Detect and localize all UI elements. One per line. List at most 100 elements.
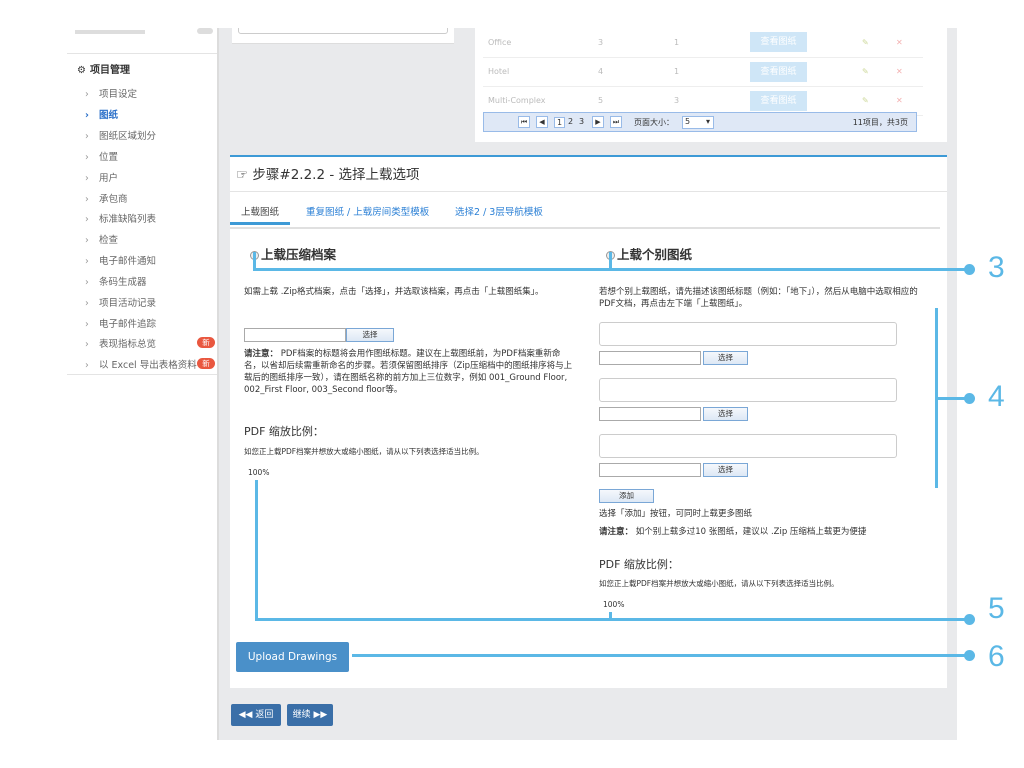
annotation-dot (964, 393, 975, 404)
forward-icon: ▶▶ (313, 710, 328, 720)
zip-note: 请注意： PDF档案的标题将会用作图纸标题。建议在上载图纸前，为PDF档案重新命… (244, 349, 573, 395)
back-button[interactable]: ◀◀ 返回 (231, 704, 281, 726)
drawing-title-input-2[interactable] (599, 378, 897, 402)
drawing-title-input-3[interactable] (599, 434, 897, 458)
prev-page-icon[interactable]: ◀ (536, 116, 548, 128)
cell-name: Office (483, 28, 593, 58)
cell-count: 1 (669, 57, 745, 87)
sidebar-item-kpi-overview[interactable]: › 表现指标总览 (85, 336, 156, 350)
pdf-file-field-1[interactable] (599, 351, 701, 365)
pdf-scale-desc-2: 如您正上载PDF档案并想放大或缩小图纸，请从以下列表选择适当比例。 (599, 579, 839, 588)
last-page-icon[interactable]: ⏭ (610, 116, 622, 128)
sidebar-item-email-notify[interactable]: › 电子邮件通知 (85, 253, 156, 267)
tab-duplicate-drawings[interactable]: 重复图纸 / 上载房间类型模板 (306, 204, 429, 218)
table-row: Hotel 4 1 查看图纸 ✎ ✕ (483, 57, 923, 87)
page-link-1[interactable]: 1 (554, 117, 566, 128)
cell-name: Multi-Complex (483, 86, 593, 116)
annotation-number-3: 3 (988, 251, 1005, 284)
cell-count: 5 (593, 86, 669, 116)
choose-pdf-button-3[interactable]: 选择 (703, 463, 748, 477)
add-hint: 选择「添加」按钮，可同时上载更多图纸 (599, 509, 753, 519)
radio-upload-individual[interactable]: 上载个别图纸 (606, 244, 692, 263)
delete-icon[interactable]: ✕ (891, 28, 923, 58)
tab-navigation-template[interactable]: 选择2 / 3层导航模板 (455, 204, 543, 218)
zip-file-field[interactable] (244, 328, 346, 342)
choose-pdf-button-1[interactable]: 选择 (703, 351, 748, 365)
cell-count: 4 (593, 57, 669, 87)
back-icon: ◀◀ (238, 710, 253, 720)
edit-icon[interactable]: ✎ (857, 57, 891, 87)
sidebar-item-email-tracking[interactable]: › 电子邮件追踪 (85, 316, 156, 330)
annotation-number-6: 6 (988, 640, 1005, 673)
view-drawings-button[interactable]: 查看图纸 (750, 90, 807, 111)
page-link-2[interactable]: 2 (568, 117, 573, 126)
sidebar-item-excel-export[interactable]: › 以 Excel 导出表格资料 (85, 357, 197, 371)
new-badge: 新 (197, 337, 215, 348)
sidebar-item-barcode[interactable]: › 条码生成器 (85, 274, 147, 288)
sidebar-section-title: ⚙ 项目管理 (77, 65, 130, 76)
annotation-dot (964, 264, 975, 275)
pager-info: 11项目，共3页 (852, 118, 908, 127)
delete-icon[interactable]: ✕ (891, 57, 923, 87)
hand-pointer-icon: ☞ (236, 167, 249, 183)
sidebar-item-defect-list[interactable]: › 标准缺陷列表 (85, 211, 156, 225)
new-badge: 新 (197, 358, 215, 369)
edit-icon[interactable]: ✎ (857, 28, 891, 58)
partial-input[interactable] (238, 28, 448, 34)
step-panel: ☞ 步骤#2.2.2 - 选择上载选项 上载图纸 重复图纸 / 上载房间类型模板… (230, 155, 947, 688)
choose-zip-button[interactable]: 选择 (346, 328, 394, 342)
tab-upload-drawings[interactable]: 上载图纸 (241, 204, 279, 218)
annotation-number-5: 5 (988, 592, 1005, 625)
annotation-dot (964, 650, 975, 661)
first-page-icon[interactable]: ⏮ (518, 116, 530, 128)
pdf-scale-title-2: PDF 缩放比例： (599, 558, 679, 571)
radio-upload-zip[interactable]: 上载压缩档案 (250, 244, 336, 263)
cell-count: 3 (669, 86, 745, 116)
partial-card (232, 28, 454, 44)
sidebar-item-inspections[interactable]: › 检查 (85, 232, 118, 246)
gears-icon: ⚙ (77, 65, 86, 76)
next-button[interactable]: 继续 ▶▶ (287, 704, 333, 726)
annotation-line (255, 480, 258, 620)
app-frame: ⚙ 项目管理 › 项目设定 › 图纸 › 图纸区域划分 › 位置 › 用户 › 承包商 › 标准… (67, 28, 957, 740)
view-drawings-button[interactable]: 查看图纸 (750, 61, 807, 82)
sidebar-item-contractors[interactable]: › 承包商 (85, 191, 128, 205)
sidebar-item-activity-log[interactable]: › 项目活动记录 (85, 295, 156, 309)
chevron-down-icon: ▾ (705, 117, 710, 126)
sidebar-item-users[interactable]: › 用户 (85, 170, 118, 184)
cell-count: 1 (669, 28, 745, 58)
drawing-sets-grid: Office 3 1 查看图纸 ✎ ✕ Hotel 4 1 查看图纸 ✎ ✕ M… (475, 28, 947, 142)
pdf-file-field-3[interactable] (599, 463, 701, 477)
sidebar-item-drawings[interactable]: › 图纸 (85, 107, 118, 121)
table-row: Office 3 1 查看图纸 ✎ ✕ (483, 28, 923, 58)
next-page-icon[interactable]: ▶ (592, 116, 604, 128)
page-link-3[interactable]: 3 (579, 117, 584, 126)
add-row-button[interactable]: 添加 (599, 489, 654, 503)
annotation-line (253, 268, 973, 271)
sidebar-item-locations[interactable]: › 位置 (85, 149, 118, 163)
individual-description: 若想个别上载图纸，请先描述该图纸标题（例如：「地下」），然后从电脑中选取相应的P… (599, 287, 918, 309)
pdf-scale-value[interactable]: 100% (248, 468, 269, 477)
zip-description: 如需上载 .Zip格式档案，点击「选择」，并选取该档案，再点击「上载图纸集」。 (244, 287, 544, 297)
annotation-line (255, 618, 971, 621)
step-title: ☞ 步骤#2.2.2 - 选择上载选项 (236, 167, 420, 183)
pdf-scale-desc: 如您正上载PDF档案并想放大或缩小图纸，请从以下列表选择适当比例。 (244, 447, 484, 456)
pdf-scale-value-2[interactable]: 100% (603, 600, 624, 609)
annotation-number-4: 4 (988, 380, 1005, 413)
individual-note: 请注意： 如个别上载多过10 张图纸，建议以 .Zip 压缩档上载更为便捷 (599, 527, 867, 537)
edit-icon[interactable]: ✎ (857, 86, 891, 116)
cell-name: Hotel (483, 57, 593, 87)
delete-icon[interactable]: ✕ (891, 86, 923, 116)
sidebar-top-partial (67, 28, 217, 54)
sidebar-item-drawing-zones[interactable]: › 图纸区域划分 (85, 128, 156, 142)
pdf-file-field-2[interactable] (599, 407, 701, 421)
choose-pdf-button-2[interactable]: 选择 (703, 407, 748, 421)
sidebar: ⚙ 项目管理 › 项目设定 › 图纸 › 图纸区域划分 › 位置 › 用户 › 承包商 › 标准… (67, 28, 219, 740)
drawing-title-input-1[interactable] (599, 322, 897, 346)
sidebar-item-project-settings[interactable]: › 项目设定 (85, 86, 137, 100)
page-size-select[interactable]: 5 ▾ (682, 116, 714, 129)
grid-pager: ⏮ ◀ 1 2 3 ▶ ⏭ 页面大小： 5 ▾ 11项目，共3页 (483, 112, 917, 132)
annotation-dot (964, 614, 975, 625)
upload-drawings-button[interactable]: Upload Drawings (236, 642, 349, 672)
view-drawings-button[interactable]: 查看图纸 (750, 32, 807, 53)
